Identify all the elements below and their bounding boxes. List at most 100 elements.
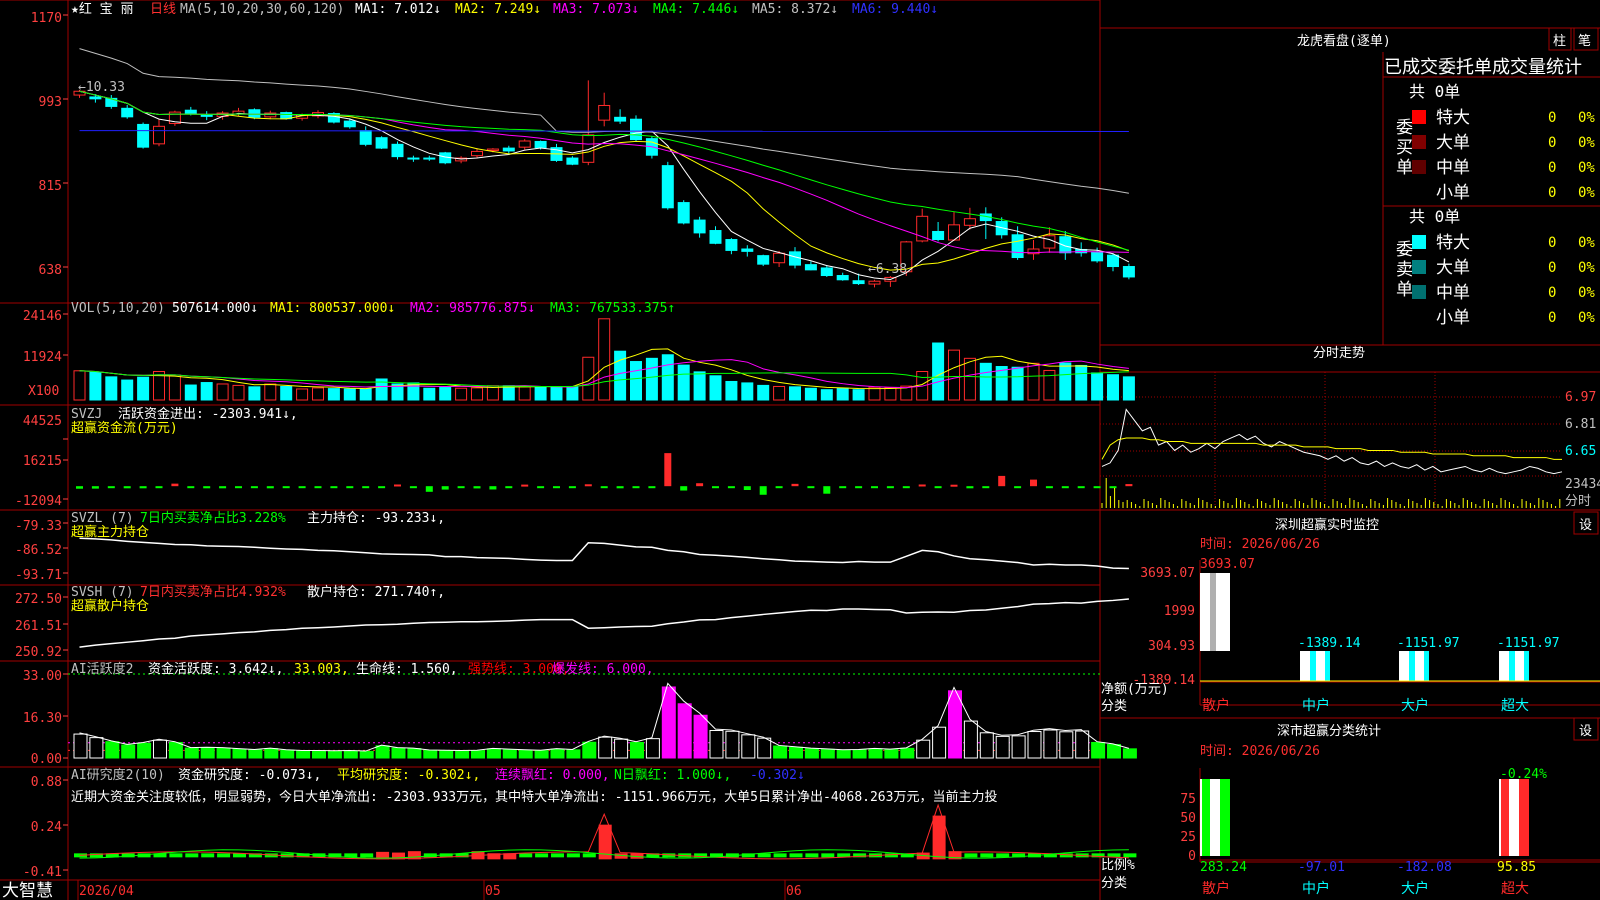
activity-bar <box>105 741 120 759</box>
sz-class-bar-color <box>1220 779 1230 856</box>
ai2-label: AI研究度2(10) <box>71 767 165 783</box>
activity-bar <box>391 747 406 759</box>
candle-down <box>693 219 706 234</box>
activity-bar <box>789 746 803 759</box>
lhb-bar-button-label[interactable]: 柱 <box>1553 34 1566 49</box>
volume-bar <box>1075 364 1088 401</box>
activity-bar <box>153 739 167 759</box>
fund-flow-bar <box>409 486 417 489</box>
research-bar <box>996 853 1010 858</box>
intraday-avg-line <box>1101 437 1562 460</box>
activity-bar <box>375 745 390 759</box>
ai2-tick-1: 0.88 <box>31 775 62 790</box>
sz-monitor-category: 超大 <box>1501 698 1529 714</box>
fund-flow-bar <box>235 486 242 489</box>
sz-class-bar-label: 95.85 <box>1497 860 1536 875</box>
volume-bar <box>1011 366 1024 401</box>
lhb-sell-row-label: 特大 <box>1436 233 1470 253</box>
activity-bar <box>932 726 947 759</box>
activity-bar <box>598 736 613 759</box>
intraday-title: 分时走势 <box>1313 345 1365 361</box>
lhb-buy-side-char: 委 <box>1396 118 1413 138</box>
activity-bar <box>502 749 517 759</box>
volume-bar <box>948 349 960 401</box>
volume-bar <box>884 387 897 401</box>
intraday-tick-1: 6.97 <box>1565 390 1596 405</box>
activity-bar <box>757 737 772 759</box>
vol-ma1: MA1: 800537.000↓ <box>270 301 395 316</box>
activity-bar <box>550 748 565 759</box>
lhb-sell-row-pct: 0% <box>1578 285 1595 301</box>
candle-up <box>582 134 595 163</box>
fund-flow-bar <box>950 484 958 487</box>
sz-monitor-tick-2: 1999 <box>1164 604 1195 619</box>
candle-up <box>153 125 165 145</box>
fund-flow-bar <box>187 486 195 489</box>
fund-flow-bar <box>712 486 719 489</box>
volume-bar <box>264 383 277 401</box>
candle-up <box>471 150 483 157</box>
research-bar <box>519 853 533 858</box>
period-label[interactable]: 日线 <box>150 2 176 17</box>
lhb-buy-row-label: 中单 <box>1436 158 1470 178</box>
activity-bar <box>582 741 597 759</box>
svzl-tick-1: -79.33 <box>15 519 62 534</box>
sz-class-bar-label: 283.24 <box>1200 860 1247 875</box>
fund-flow-bar <box>823 486 831 494</box>
volume-bar <box>677 364 690 401</box>
activity-bar <box>343 750 358 759</box>
candle-down <box>757 255 770 265</box>
svzl-label: SVZL (7) <box>71 511 134 526</box>
volume-bar <box>502 385 515 401</box>
candle-down <box>248 109 261 118</box>
research-bar <box>805 853 819 858</box>
activity-bar <box>948 690 962 759</box>
activity-bar <box>455 750 470 759</box>
fund-flow-bar <box>250 486 258 489</box>
fund-flow-bar <box>902 486 910 489</box>
volume-bar <box>598 318 611 401</box>
candle-down <box>375 137 388 149</box>
ma2-value: MA2: 7.249↓ <box>455 2 541 17</box>
fund-flow-bar <box>982 486 990 489</box>
sz-class-settings-label[interactable]: 设 <box>1579 724 1592 739</box>
sz-monitor-bar-core <box>1310 651 1316 681</box>
candle-down <box>502 147 515 152</box>
fund-flow-bar <box>616 486 624 489</box>
ma120-line <box>79 130 1129 133</box>
sz-class-bar-left <box>1501 779 1509 856</box>
volume-bar <box>1107 374 1119 401</box>
activity-bar <box>804 748 819 759</box>
volume-bar <box>296 388 309 401</box>
volume-bar <box>248 386 261 401</box>
activity-bar <box>836 749 851 759</box>
candle-down <box>852 280 865 285</box>
sz-monitor-bar-label: -1151.97 <box>1397 636 1460 651</box>
activity-bar <box>630 741 644 759</box>
ai1-t3: 生命线: 1.560, <box>356 661 458 677</box>
volume-bar <box>979 362 992 401</box>
date-tick-1: 2026/04 <box>79 884 134 899</box>
sz-monitor-bar-core <box>1509 651 1515 681</box>
fund-flow-bar <box>871 486 878 489</box>
sz-monitor-settings-label[interactable]: 设 <box>1579 518 1592 533</box>
fund-flow-bar <box>934 486 942 489</box>
candle-down <box>423 157 436 160</box>
activity-bar <box>312 750 326 759</box>
activity-bar <box>486 748 501 759</box>
lhb-tick-button-label[interactable]: 笔 <box>1578 33 1591 49</box>
candle-down <box>677 202 690 224</box>
activity-bar <box>614 738 629 759</box>
stock-chart-canvas[interactable]: 委买单委卖单特大 0 0%特大 0 0%大单 0 0%大单 0 0%中单 0 0%中单 0 0%小单 0 0… <box>0 0 1600 900</box>
fund-flow-bar <box>584 484 592 487</box>
candle-down <box>614 116 627 122</box>
retail-holding-line <box>79 598 1129 648</box>
lhb-buy-row-count: 0 <box>1548 135 1556 151</box>
ai2-t3: 连续飘红: 0.000, <box>495 767 610 783</box>
volume-bar <box>773 385 786 401</box>
svzj-tick-1: 44525 <box>23 414 62 429</box>
lhb-sell-row-count: 0 <box>1548 260 1556 276</box>
volume-bar <box>566 385 579 401</box>
research-bar <box>964 853 978 858</box>
activity-bar <box>407 748 422 759</box>
